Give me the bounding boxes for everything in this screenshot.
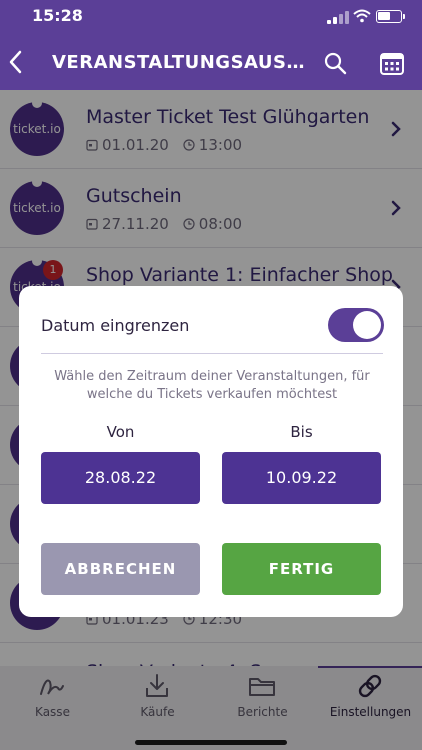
battery-icon xyxy=(376,10,405,23)
done-button[interactable]: FERTIG xyxy=(222,543,381,595)
toggle-label: Datum eingrenzen xyxy=(41,316,190,335)
from-date-button[interactable]: 28.08.22 xyxy=(41,452,200,504)
back-arrow-icon[interactable] xyxy=(6,48,26,76)
to-label: Bis xyxy=(290,423,313,441)
page-title: VERANSTALTUNGSAUSW... xyxy=(52,52,307,73)
cancel-button[interactable]: ABBRECHEN xyxy=(41,543,200,595)
search-icon[interactable] xyxy=(323,51,347,75)
date-filter-toggle[interactable] xyxy=(328,308,384,342)
signal-icon xyxy=(327,10,349,24)
status-time: 15:28 xyxy=(32,6,83,25)
divider xyxy=(41,353,383,354)
home-indicator xyxy=(135,740,287,745)
calendar-icon[interactable] xyxy=(379,50,405,76)
wifi-icon xyxy=(353,9,371,23)
nav-bar: VERANSTALTUNGSAUSW... xyxy=(0,36,422,90)
date-filter-dialog: Datum eingrenzen Wähle den Zeitraum dein… xyxy=(19,286,403,617)
to-date-button[interactable]: 10.09.22 xyxy=(222,452,381,504)
status-bar: 15:28 xyxy=(0,0,422,36)
from-label: Von xyxy=(106,423,135,441)
toggle-knob xyxy=(353,311,381,339)
dialog-description: Wähle den Zeitraum deiner Veranstaltunge… xyxy=(54,369,370,402)
